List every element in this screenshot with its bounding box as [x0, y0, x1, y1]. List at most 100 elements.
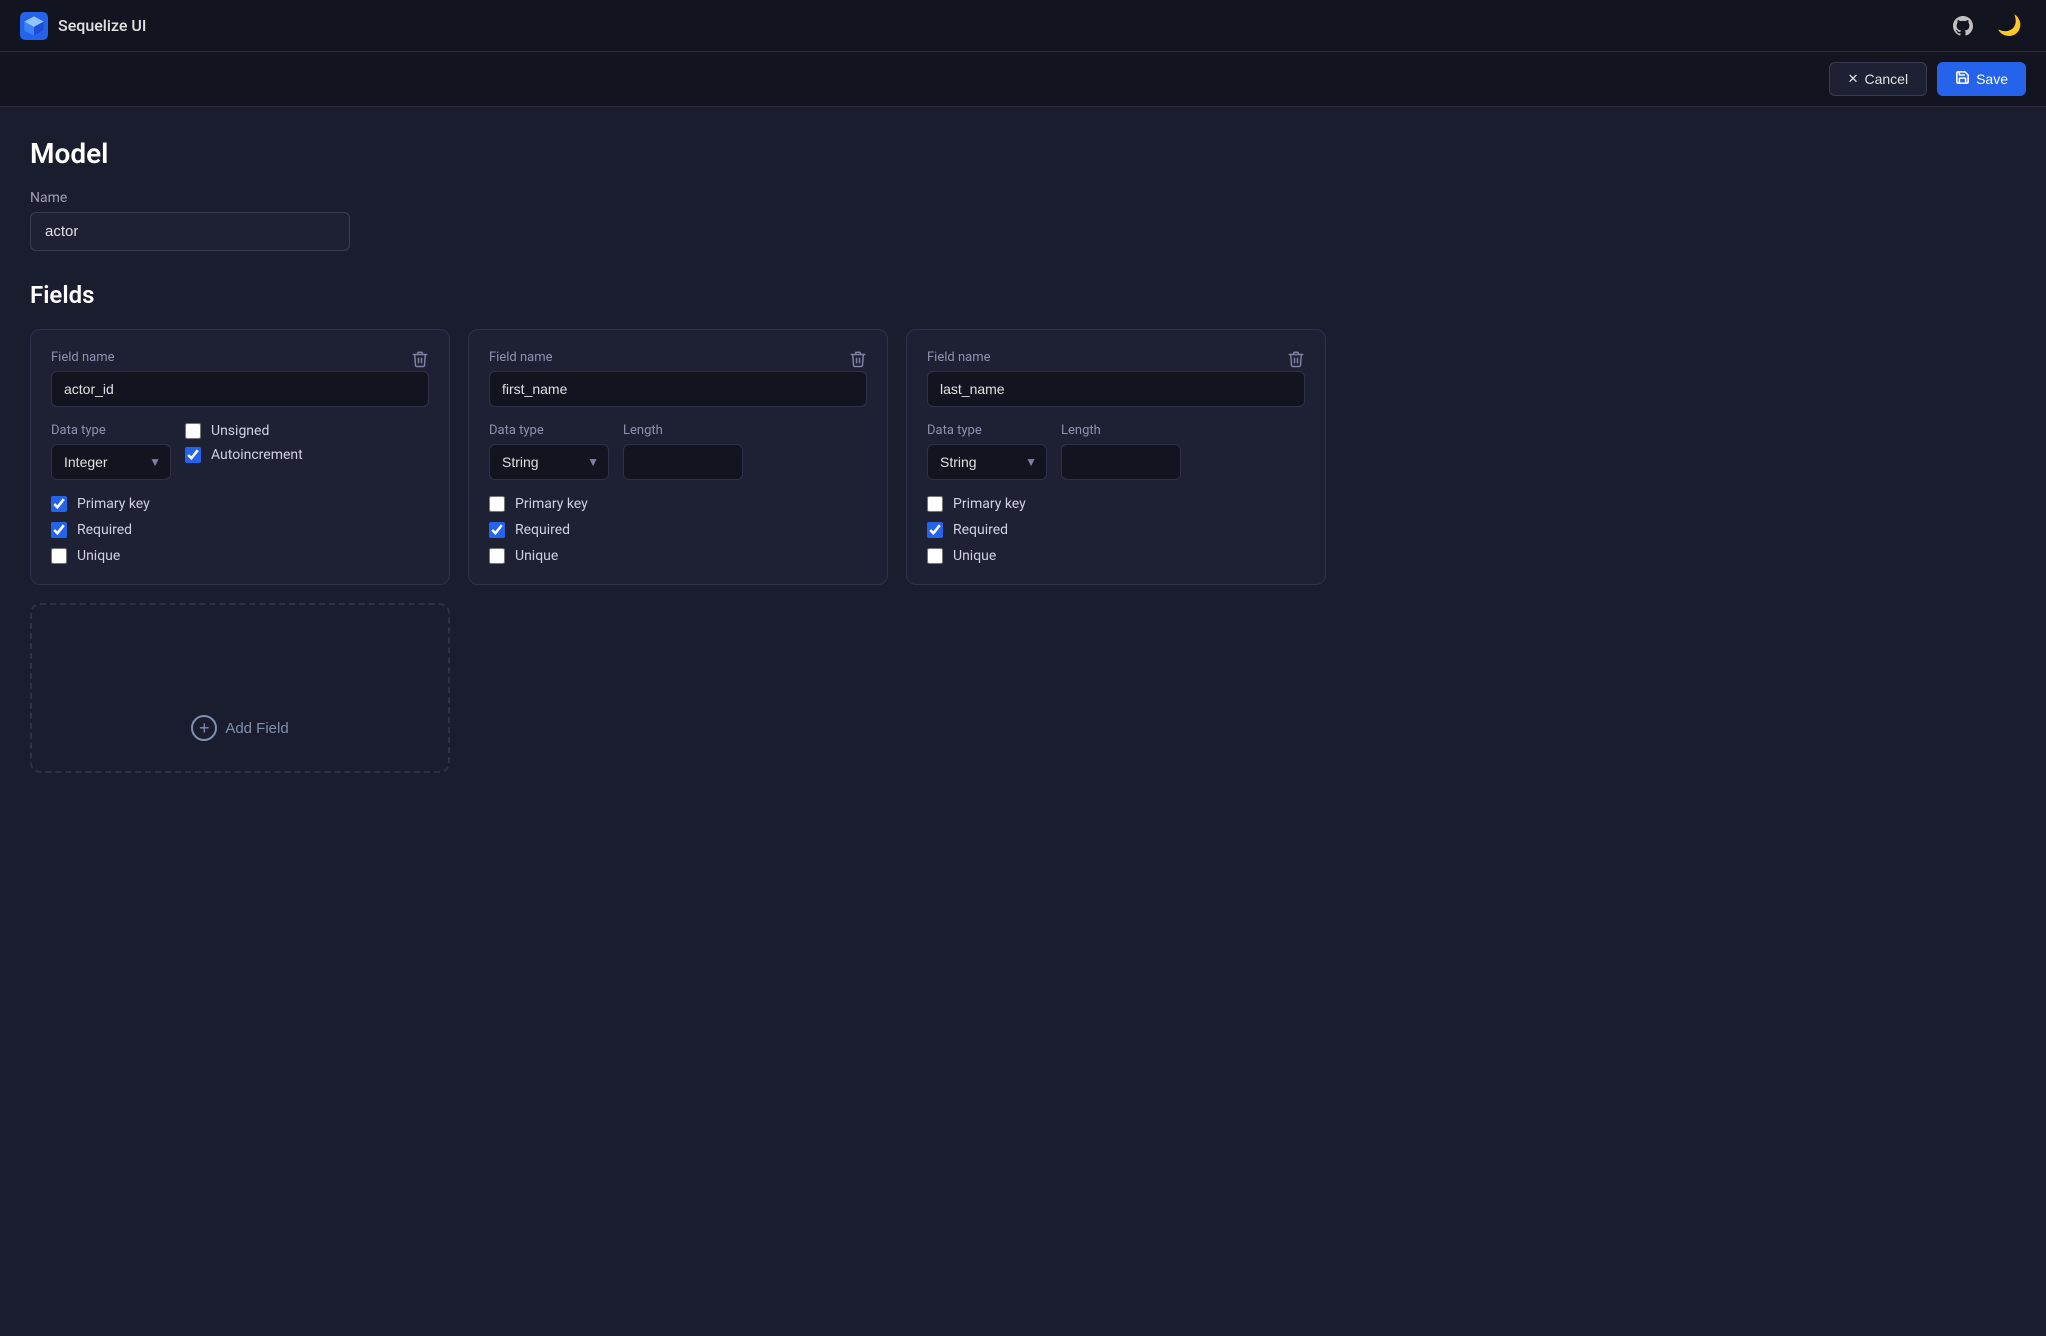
primary-key-input-3[interactable]	[927, 496, 943, 512]
checkbox-group-1: Primary key Required Unique	[51, 496, 429, 564]
titlebar: Sequelize UI 🌙	[0, 0, 2046, 52]
cancel-label: Cancel	[1864, 71, 1908, 87]
required-checkbox-3[interactable]: Required	[927, 522, 1305, 538]
save-button[interactable]: Save	[1937, 62, 2026, 96]
field-name-input-3[interactable]	[927, 371, 1305, 407]
data-type-label-3: Data type	[927, 423, 1047, 438]
model-name-group: Name	[30, 190, 1370, 251]
delete-field-3-button[interactable]	[1283, 346, 1309, 372]
field-card-2: Field name Data type Integer String Bool…	[468, 329, 888, 585]
titlebar-right: 🌙	[1947, 9, 2026, 42]
data-type-select-3[interactable]: Integer String Boolean Float Date Text	[927, 444, 1047, 480]
add-circle-icon: +	[191, 715, 217, 741]
unique-label-2: Unique	[515, 548, 558, 564]
field-type-row-3: Data type Integer String Boolean Float D…	[927, 423, 1305, 480]
model-name-input[interactable]	[30, 212, 350, 251]
fields-section-title: Fields	[30, 281, 1370, 309]
field-type-row-1: Data type Integer String Boolean Float D…	[51, 423, 429, 480]
field-name-label-3: Field name	[927, 350, 1305, 365]
unique-checkbox-1[interactable]: Unique	[51, 548, 429, 564]
data-type-col-3: Data type Integer String Boolean Float D…	[927, 423, 1047, 480]
field-type-row-2: Data type Integer String Boolean Float D…	[489, 423, 867, 480]
autoincrement-input-1[interactable]	[185, 447, 201, 463]
github-icon	[1951, 14, 1975, 38]
required-label-2: Required	[515, 522, 570, 538]
field-name-input-2[interactable]	[489, 371, 867, 407]
autoincrement-label-1: Autoincrement	[211, 447, 303, 463]
primary-key-input-1[interactable]	[51, 496, 67, 512]
required-input-2[interactable]	[489, 522, 505, 538]
data-type-select-wrapper-2: Integer String Boolean Float Date Text ▼	[489, 444, 609, 480]
fields-grid: Field name Data type Integer String Bool…	[30, 329, 1370, 773]
data-type-select-wrapper-1: Integer String Boolean Float Date Text ▼	[51, 444, 171, 480]
field-name-input-1[interactable]	[51, 371, 429, 407]
add-field-label: Add Field	[225, 720, 288, 737]
moon-icon: 🌙	[1997, 13, 2022, 38]
primary-key-label-3: Primary key	[953, 496, 1026, 512]
length-label-2: Length	[623, 423, 743, 438]
primary-key-checkbox-3[interactable]: Primary key	[927, 496, 1305, 512]
unsigned-checkbox-1[interactable]: Unsigned	[185, 423, 303, 439]
github-button[interactable]	[1947, 10, 1979, 42]
cancel-button[interactable]: ✕ Cancel	[1829, 62, 1928, 96]
unique-checkbox-3[interactable]: Unique	[927, 548, 1305, 564]
primary-key-checkbox-1[interactable]: Primary key	[51, 496, 429, 512]
field-card-1: Field name Data type Integer String Bool…	[30, 329, 450, 585]
field-name-label-1: Field name	[51, 350, 429, 365]
data-type-select-wrapper-3: Integer String Boolean Float Date Text ▼	[927, 444, 1047, 480]
data-type-label-2: Data type	[489, 423, 609, 438]
unique-input-1[interactable]	[51, 548, 67, 564]
length-input-3[interactable]	[1061, 444, 1181, 480]
length-label-3: Length	[1061, 423, 1181, 438]
data-type-label-1: Data type	[51, 423, 171, 438]
field-name-label-2: Field name	[489, 350, 867, 365]
autoincrement-checkbox-1[interactable]: Autoincrement	[185, 447, 303, 463]
app-title: Sequelize UI	[58, 16, 146, 35]
delete-field-2-button[interactable]	[845, 346, 871, 372]
trash-icon	[411, 350, 429, 368]
field-card-3: Field name Data type Integer String Bool…	[906, 329, 1326, 585]
data-type-select-1[interactable]: Integer String Boolean Float Date Text	[51, 444, 171, 480]
required-input-3[interactable]	[927, 522, 943, 538]
required-input-1[interactable]	[51, 522, 67, 538]
cancel-x-icon: ✕	[1848, 71, 1859, 87]
unique-input-2[interactable]	[489, 548, 505, 564]
checkbox-group-2: Primary key Required Unique	[489, 496, 867, 564]
add-field-button[interactable]: + Add Field	[191, 715, 288, 741]
titlebar-left: Sequelize UI	[20, 12, 146, 40]
primary-key-label-1: Primary key	[77, 496, 150, 512]
primary-key-label-2: Primary key	[515, 496, 588, 512]
model-section-title: Model	[30, 137, 1370, 170]
main-content: Model Name Fields Field name Data type	[0, 107, 1400, 803]
data-type-select-2[interactable]: Integer String Boolean Float Date Text	[489, 444, 609, 480]
theme-toggle-button[interactable]: 🌙	[1993, 9, 2026, 42]
required-label-3: Required	[953, 522, 1008, 538]
length-col-3: Length	[1061, 423, 1181, 480]
data-type-col-2: Data type Integer String Boolean Float D…	[489, 423, 609, 480]
unique-checkbox-2[interactable]: Unique	[489, 548, 867, 564]
unique-input-3[interactable]	[927, 548, 943, 564]
required-label-1: Required	[77, 522, 132, 538]
trash-icon-2	[849, 350, 867, 368]
model-name-label: Name	[30, 190, 1370, 206]
unique-label-3: Unique	[953, 548, 996, 564]
required-checkbox-1[interactable]: Required	[51, 522, 429, 538]
save-icon	[1955, 70, 1970, 88]
delete-field-1-button[interactable]	[407, 346, 433, 372]
modifiers-col-1: Unsigned Autoincrement	[185, 423, 303, 463]
length-col-2: Length	[623, 423, 743, 480]
unsigned-input-1[interactable]	[185, 423, 201, 439]
length-input-2[interactable]	[623, 444, 743, 480]
app-icon	[20, 12, 48, 40]
add-field-card[interactable]: + Add Field	[30, 603, 450, 773]
checkbox-group-3: Primary key Required Unique	[927, 496, 1305, 564]
data-type-col-1: Data type Integer String Boolean Float D…	[51, 423, 171, 480]
primary-key-checkbox-2[interactable]: Primary key	[489, 496, 867, 512]
unique-label-1: Unique	[77, 548, 120, 564]
primary-key-input-2[interactable]	[489, 496, 505, 512]
unsigned-label-1: Unsigned	[211, 423, 269, 439]
trash-icon-3	[1287, 350, 1305, 368]
save-label: Save	[1976, 71, 2008, 87]
required-checkbox-2[interactable]: Required	[489, 522, 867, 538]
toolbar: ✕ Cancel Save	[0, 52, 2046, 107]
